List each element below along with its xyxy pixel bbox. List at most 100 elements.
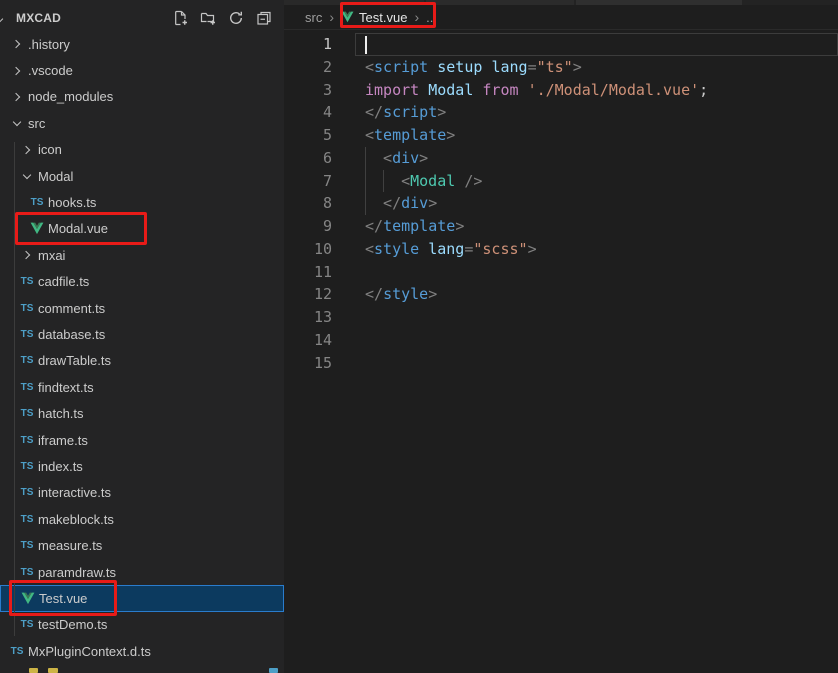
breadcrumb: src›Test.vue›... [284, 5, 838, 30]
line-number: 8 [284, 192, 332, 215]
code-line-13[interactable]: 13 [284, 306, 838, 329]
tree-item-label: Modal [38, 169, 73, 184]
tree-item-hatch-ts[interactable]: TShatch.ts [0, 400, 284, 426]
tree-item-paramdraw-ts[interactable]: TSparamdraw.ts [0, 559, 284, 585]
tree-item-iframe-ts[interactable]: TSiframe.ts [0, 427, 284, 453]
typescript-file-icon: TS [18, 276, 36, 287]
code-line-4[interactable]: 4</script> [284, 101, 838, 124]
tree-item-measure-ts[interactable]: TSmeasure.ts [0, 532, 284, 558]
breadcrumb-segment[interactable]: src [305, 10, 322, 25]
line-content [332, 329, 365, 352]
tree-item-comment-ts[interactable]: TScomment.ts [0, 295, 284, 321]
typescript-file-icon: TS [18, 540, 36, 551]
typescript-file-icon: TS [18, 408, 36, 419]
typescript-file-icon: TS [18, 514, 36, 525]
code-editor[interactable]: 12<script setup lang="ts">3import Modal … [284, 30, 838, 673]
line-content: </template> [332, 215, 464, 238]
tree-item-label: hooks.ts [48, 195, 96, 210]
code-line-2[interactable]: 2<script setup lang="ts"> [284, 56, 838, 79]
refresh-explorer-icon[interactable] [228, 10, 244, 26]
file-tree: .history.vscodenode_modulessrc icon Modal T… [0, 31, 284, 664]
line-number: 3 [284, 79, 332, 102]
text-cursor [365, 36, 367, 54]
typescript-file-icon: TS [18, 329, 36, 340]
tree-item-icon[interactable]: icon [0, 137, 284, 163]
line-number: 6 [284, 147, 332, 170]
explorer-section-header[interactable]: MXCAD [0, 6, 284, 30]
line-number: 13 [284, 306, 332, 329]
tree-item-label: paramdraw.ts [38, 565, 116, 580]
clipped-tree-row [0, 667, 284, 673]
tree-item-database-ts[interactable]: TSdatabase.ts [0, 321, 284, 347]
code-line-7[interactable]: 7<Modal /> [284, 170, 838, 193]
tree-item-label: icon [38, 142, 62, 157]
line-number: 11 [284, 261, 332, 284]
code-line-12[interactable]: 12</style> [284, 283, 838, 306]
code-line-14[interactable]: 14 [284, 329, 838, 352]
tree-item-node-modules[interactable]: node_modules [0, 84, 284, 110]
tree-item-label: makeblock.ts [38, 512, 114, 527]
explorer-sidebar: MXCAD [0, 0, 284, 673]
code-line-10[interactable]: 10<style lang="scss"> [284, 238, 838, 261]
tree-item-label: iframe.ts [38, 433, 88, 448]
typescript-file-icon: TS [18, 303, 36, 314]
indent-guide [365, 147, 383, 170]
typescript-file-icon: TS [18, 487, 36, 498]
tree-item--history[interactable]: .history [0, 31, 284, 57]
typescript-file-icon: TS [18, 567, 36, 578]
code-line-9[interactable]: 9</template> [284, 215, 838, 238]
tree-item-label: measure.ts [38, 538, 102, 553]
line-number: 7 [284, 170, 332, 193]
chevron-right-icon [18, 252, 36, 258]
line-content: </script> [332, 101, 446, 124]
line-number: 4 [284, 101, 332, 124]
tree-item-modal[interactable]: Modal [0, 163, 284, 189]
vscode-window: MXCAD [0, 0, 838, 673]
new-file-icon[interactable] [172, 10, 188, 26]
collapse-folders-icon[interactable] [256, 10, 272, 26]
line-number: 2 [284, 56, 332, 79]
tree-item--vscode[interactable]: .vscode [0, 57, 284, 83]
tree-item-index-ts[interactable]: TSindex.ts [0, 453, 284, 479]
code-line-8[interactable]: 8</div> [284, 192, 838, 215]
tree-item-cadfile-ts[interactable]: TScadfile.ts [0, 269, 284, 295]
tree-item-drawtable-ts[interactable]: TSdrawTable.ts [0, 348, 284, 374]
tree-item-testdemo-ts[interactable]: TStestDemo.ts [0, 612, 284, 638]
tree-item-mxai[interactable]: mxai [0, 242, 284, 268]
code-line-1[interactable]: 1 [284, 33, 838, 56]
tree-item-label: Test.vue [39, 591, 87, 606]
line-content: <script setup lang="ts"> [332, 56, 582, 79]
code-line-6[interactable]: 6<div> [284, 147, 838, 170]
chevron-right-icon: › [414, 10, 419, 24]
breadcrumb-overflow[interactable]: ... [426, 10, 437, 25]
tree-item-src[interactable]: src [0, 110, 284, 136]
tree-item-hooks-ts[interactable]: TShooks.ts [0, 189, 284, 215]
tree-item-test-vue[interactable]: Test.vue [0, 585, 284, 611]
line-number: 5 [284, 124, 332, 147]
tree-item-makeblock-ts[interactable]: TSmakeblock.ts [0, 506, 284, 532]
tree-item-interactive-ts[interactable]: TSinteractive.ts [0, 480, 284, 506]
tree-item-mxplugincontext-d-ts[interactable]: TSMxPluginContext.d.ts [0, 638, 284, 664]
code-line-11[interactable]: 11 [284, 261, 838, 284]
code-line-3[interactable]: 3import Modal from './Modal/Modal.vue'; [284, 79, 838, 102]
breadcrumb-segment[interactable]: Test.vue [359, 10, 407, 25]
tree-item-label: comment.ts [38, 301, 105, 316]
tree-item-label: Modal.vue [48, 221, 108, 236]
line-number: 15 [284, 352, 332, 375]
tree-item-label: src [28, 116, 45, 131]
tree-item-label: cadfile.ts [38, 274, 89, 289]
vue-file-icon [341, 11, 354, 23]
new-folder-icon[interactable] [200, 10, 216, 26]
tree-item-label: database.ts [38, 327, 105, 342]
line-number: 12 [284, 283, 332, 306]
line-content: <style lang="scss"> [332, 238, 537, 261]
code-line-5[interactable]: 5<template> [284, 124, 838, 147]
typescript-file-icon: TS [8, 646, 26, 657]
tree-item-label: drawTable.ts [38, 353, 111, 368]
editor-pane: src›Test.vue›... 12<script setup lang="t… [284, 0, 838, 673]
line-content [332, 352, 365, 375]
current-line-highlight [355, 33, 838, 56]
tree-item-modal-vue[interactable]: Modal.vue [0, 216, 284, 242]
code-line-15[interactable]: 15 [284, 352, 838, 375]
tree-item-findtext-ts[interactable]: TSfindtext.ts [0, 374, 284, 400]
